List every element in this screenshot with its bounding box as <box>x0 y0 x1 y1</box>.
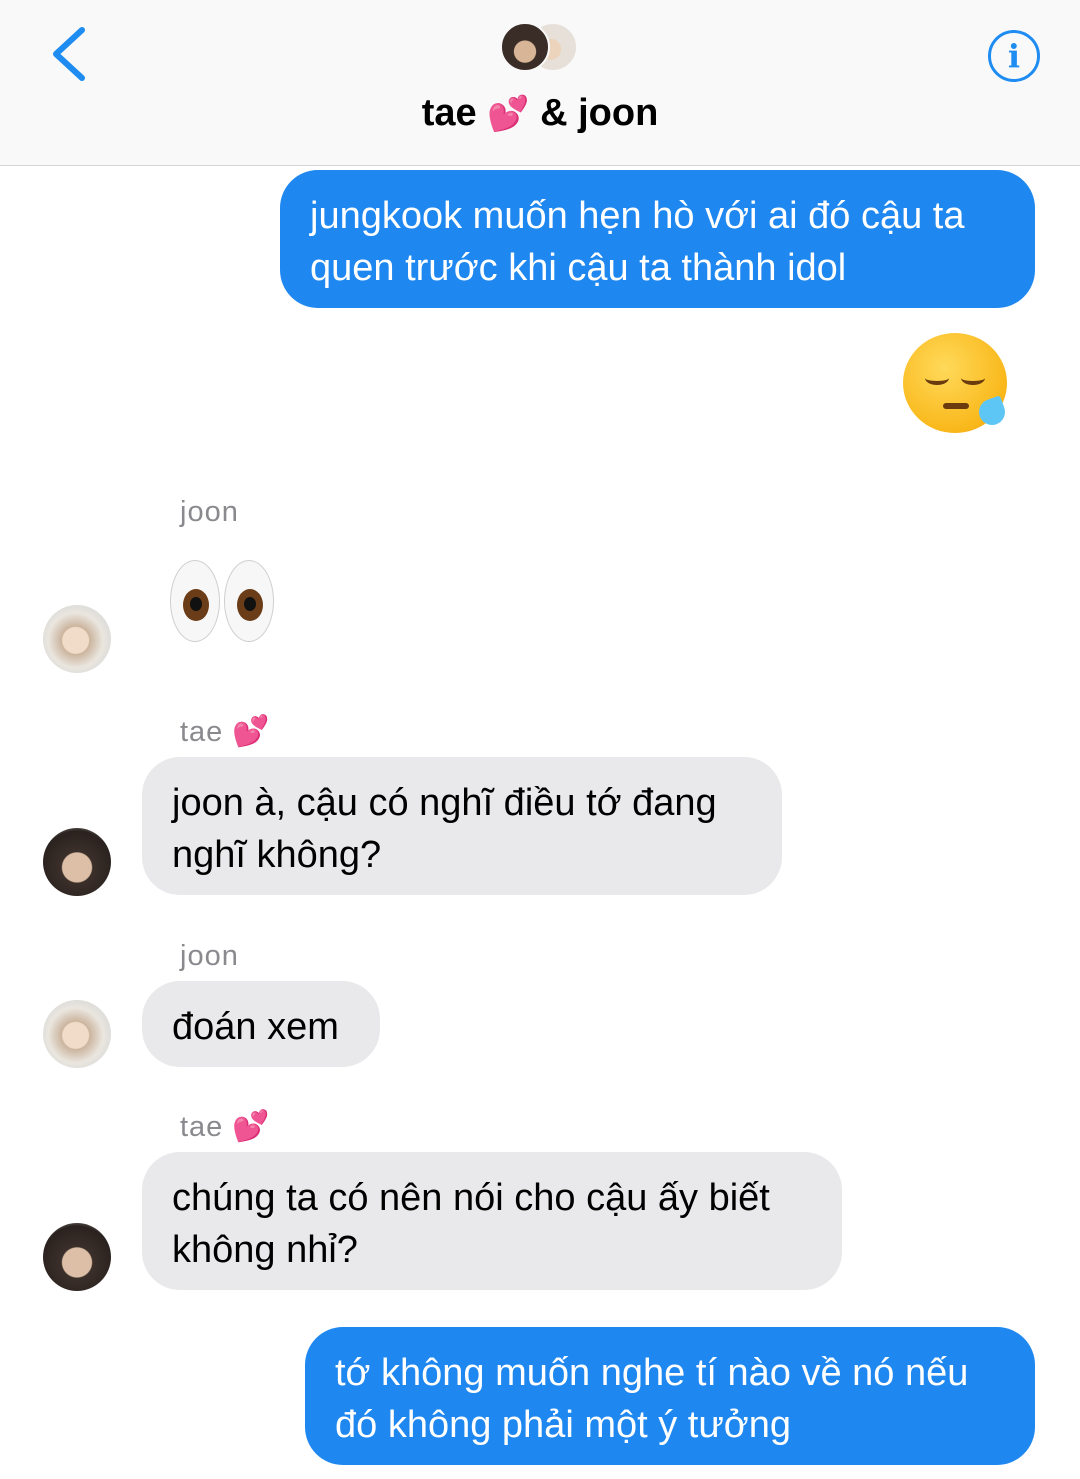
incoming-message-bubble[interactable]: chúng ta có nên nói cho cậu ấy biết khôn… <box>142 1152 842 1290</box>
title-name-joon: & joon <box>540 92 659 134</box>
incoming-message-bubble[interactable]: joon à, cậu có nghĩ điều tớ đang nghĩ kh… <box>142 757 782 895</box>
heart-emoji: 💕 <box>487 95 530 133</box>
sender-name-tae: tae 💕 <box>180 715 271 748</box>
sleepy-face-emoji[interactable] <box>903 333 1009 433</box>
sender-name-tae: tae 💕 <box>180 1110 271 1143</box>
avatar-joon[interactable] <box>43 1000 111 1068</box>
back-chevron-icon[interactable] <box>48 26 92 82</box>
eyes-emoji[interactable] <box>170 560 278 644</box>
avatar-tae <box>500 22 550 72</box>
info-icon[interactable]: i <box>988 30 1040 82</box>
heart-emoji: 💕 <box>232 715 271 748</box>
heart-emoji: 💕 <box>232 1110 271 1143</box>
outgoing-message-bubble[interactable]: tớ không muốn nghe tí nào về nó nếu đó k… <box>305 1327 1035 1465</box>
avatar-tae[interactable] <box>43 828 111 896</box>
sender-name-joon: joon <box>180 496 239 528</box>
group-avatars[interactable] <box>500 22 582 74</box>
avatar-joon[interactable] <box>43 605 111 673</box>
title-name-tae: tae <box>421 92 477 134</box>
incoming-message-bubble[interactable]: đoán xem <box>142 981 380 1067</box>
conversation-title[interactable]: tae 💕 & joon <box>0 92 1080 135</box>
avatar-tae[interactable] <box>43 1223 111 1291</box>
outgoing-message-bubble[interactable]: jungkook muốn hẹn hò với ai đó cậu ta qu… <box>280 170 1035 308</box>
conversation-header: tae 💕 & joon i <box>0 0 1080 166</box>
sender-name-joon: joon <box>180 940 239 972</box>
